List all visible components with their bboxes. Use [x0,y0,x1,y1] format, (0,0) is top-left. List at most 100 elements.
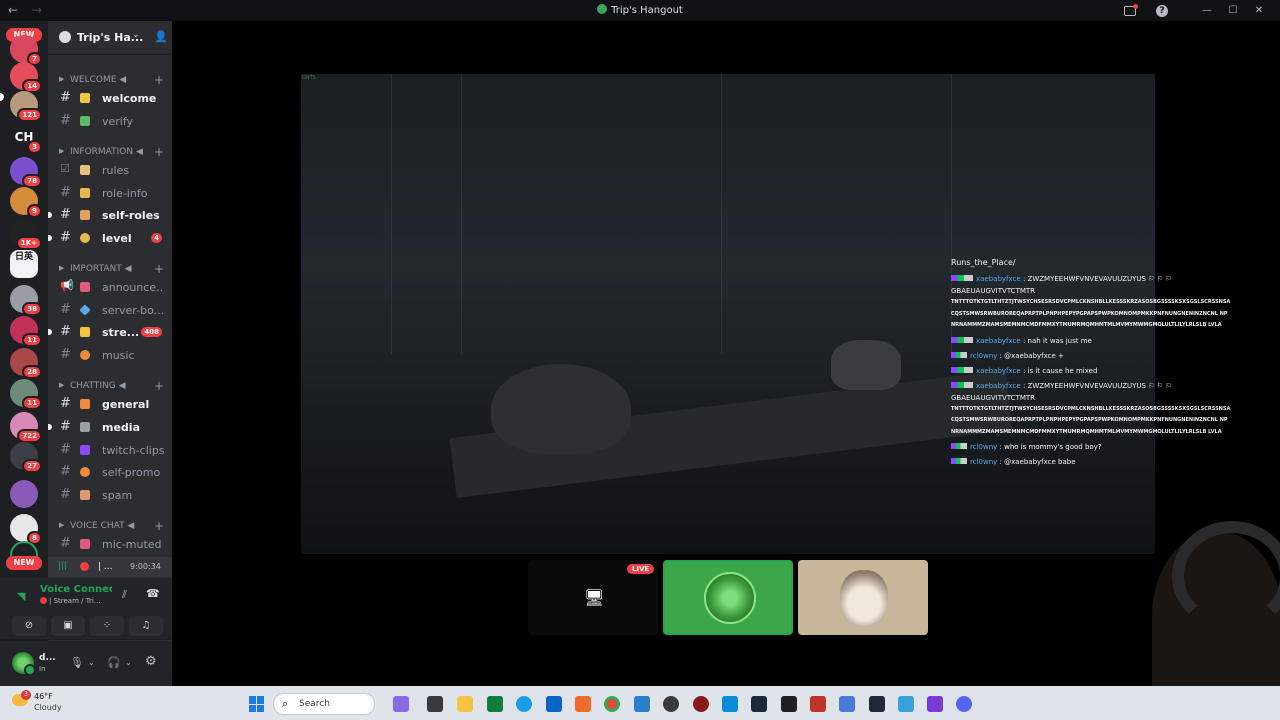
server-icon-5[interactable]: 78 [10,157,42,188]
channel-level[interactable]: # level 4 [48,228,168,248]
gem-emoji-icon [79,304,91,316]
outlook-icon[interactable] [546,696,562,712]
channel-media[interactable]: # media [48,417,168,437]
add-channel-icon[interactable]: + [154,519,164,533]
chevron-down-icon[interactable]: ⌄ [88,658,95,667]
username[interactable]: d... [39,653,56,663]
server-icon-4[interactable]: CH 3 [10,123,42,154]
add-channel-icon[interactable]: + [154,379,164,393]
voice-status-title[interactable]: Voice Connecte [40,584,112,595]
add-user-icon[interactable]: 👤 [154,30,168,43]
server-icon-12[interactable]: 11 [10,379,42,410]
noise-suppression-icon[interactable]: ⫽ [122,588,127,602]
channel-music[interactable]: # music [56,345,168,365]
calculator-icon[interactable] [634,696,650,712]
server-icon-14[interactable]: 27 [10,442,42,473]
screen-share-button[interactable]: ▣ [51,616,85,636]
terminal-icon[interactable] [869,696,885,712]
channel-name: announce... [102,281,164,294]
channel-spam[interactable]: # spam [56,485,168,505]
server-icon-15[interactable] [10,480,38,508]
channel-role-info[interactable]: # role-info [56,183,168,203]
app-icon[interactable] [898,696,914,712]
close-button[interactable]: ✕ [1246,5,1272,16]
category-important[interactable]: ▶ IMPORTANT ◀ + [48,262,172,278]
signal-icon[interactable]: ◥ [17,590,25,603]
server-icon-8[interactable]: 日英 [10,250,38,278]
server-icon-3[interactable]: 121 [10,91,42,122]
taskbar-search[interactable]: ⌕ Search [273,693,375,715]
camera-off-button[interactable]: ⊘ [12,616,46,636]
add-channel-icon[interactable]: + [154,73,164,87]
app-icon[interactable] [839,696,855,712]
category-welcome[interactable]: ▶ WELCOME ◀ + [48,73,172,89]
activities-button[interactable]: ⁘ [90,616,124,636]
obs-icon[interactable] [663,696,679,712]
copilot-icon[interactable] [393,696,409,712]
maximize-button[interactable]: ☐ [1220,5,1246,16]
guild-header[interactable]: Trip's Ha... ⌄ 👤 [48,21,172,55]
chat-badges-icon [951,336,973,343]
channel-streams[interactable]: # stre... 408 [48,322,168,342]
server-icon-9[interactable]: 38 [10,285,42,316]
channel-twitch-clips[interactable]: # twitch-clips [56,440,168,460]
participant-tile[interactable] [798,560,928,635]
mention-badge: 408 [141,327,162,337]
channel-verify[interactable]: # verify [56,111,168,131]
channel-announcements[interactable]: 📢 announce... [56,277,168,297]
server-icon-10[interactable]: 11 [10,316,42,347]
community-icon [59,31,71,43]
participant-tile-speaking[interactable] [663,560,793,635]
channel-general[interactable]: # general [56,394,168,414]
add-channel-icon[interactable]: + [154,262,164,276]
category-voice-chat[interactable]: ▶ VOICE CHAT ◀ + [48,519,172,535]
channel-self-roles[interactable]: # self-roles [48,205,168,225]
help-icon[interactable]: ? [1156,4,1168,17]
minimize-button[interactable]: — [1194,5,1220,16]
settings-gear-icon[interactable]: ⚙ [145,654,157,669]
chat-message: rcl0wny : @xaebabyfxce + [951,350,1231,362]
app-icon[interactable] [722,696,738,712]
discord-icon[interactable] [956,696,972,712]
server-icon-11[interactable]: 28 [10,348,42,379]
chevron-down-icon[interactable]: ⌄ [125,658,132,667]
voice-status-subtitle[interactable]: | Stream / Tri... [40,597,112,605]
app-icon[interactable] [693,696,709,712]
inbox-icon[interactable] [1124,3,1138,16]
screen-share-tile[interactable]: LIVE 🖥 [528,560,658,635]
file-explorer-icon[interactable] [457,696,473,712]
category-chatting[interactable]: ▶ CHATTING ◀ + [48,379,172,395]
channel-server-boosts[interactable]: # server-bo... [56,300,168,320]
server-icon-13[interactable]: 722 [10,412,42,443]
voicemeeter-icon[interactable] [810,696,826,712]
server-icon-1[interactable]: 7 [10,35,42,66]
windows-start-icon[interactable] [249,696,265,712]
soundboard-button[interactable]: ♫ [129,616,163,636]
hash-icon: # [60,90,71,105]
channel-rules[interactable]: ☑ rules [56,160,168,180]
server-icon-6[interactable]: 9 [10,187,42,218]
category-information[interactable]: ▶ INFORMATION ◀ + [48,145,172,161]
server-icon-7[interactable]: 1K+ [10,219,42,250]
server-icon-2[interactable]: 14 [10,62,42,93]
voice-channel-active[interactable]: ||| | ... 9:00:34 [48,557,172,577]
avatar[interactable] [12,652,36,676]
add-channel-icon[interactable]: + [154,145,164,159]
brave-icon[interactable] [575,696,591,712]
disconnect-icon[interactable]: ☎ [146,587,160,600]
edge-icon[interactable] [516,696,532,712]
headphones-icon[interactable]: 🎧 [107,656,121,669]
weather-temperature[interactable]: 46°F [34,692,53,701]
capcut-icon[interactable] [781,696,797,712]
app-icon[interactable] [927,696,943,712]
weather-condition[interactable]: Cloudy [34,703,62,712]
excel-icon[interactable] [487,696,503,712]
channel-self-promo[interactable]: # self-promo [56,462,168,482]
chrome-icon[interactable] [604,696,620,712]
task-view-icon[interactable] [427,696,443,712]
microphone-icon[interactable]: 🎙 [70,656,84,669]
steam-icon[interactable] [751,696,767,712]
server-icon-16[interactable]: 8 [10,514,42,545]
channel-welcome[interactable]: # welcome [56,88,168,108]
channel-mic-muted[interactable]: # mic-muted [56,534,168,554]
